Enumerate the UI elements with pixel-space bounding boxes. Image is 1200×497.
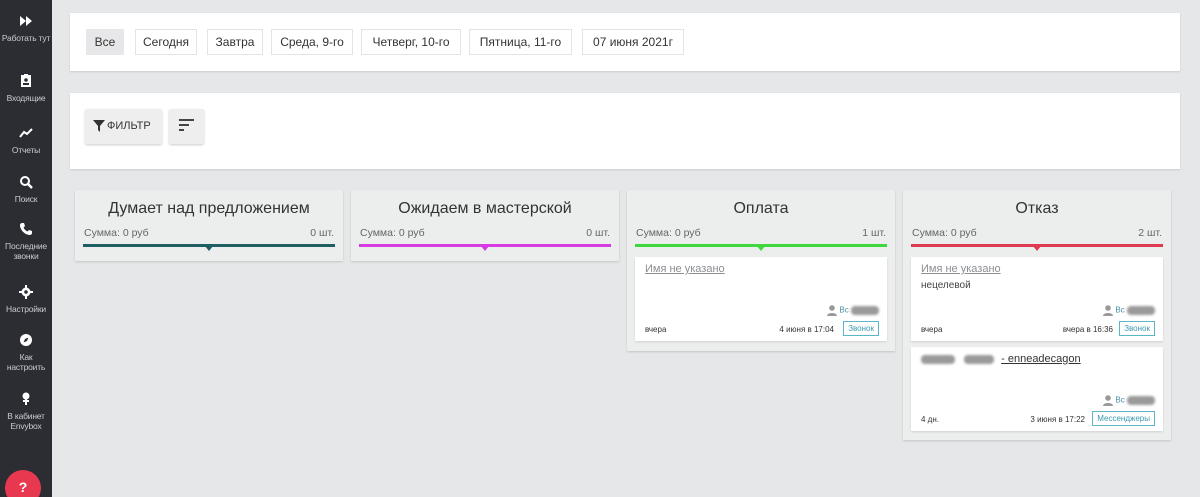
client-name-link[interactable]: - enneadecagon	[1001, 353, 1081, 365]
sidebar-item-label: Последние звонки	[5, 241, 47, 261]
sidebar-item-label: Настройки	[6, 304, 46, 314]
source-tag[interactable]: Мессенджеры	[1092, 411, 1155, 426]
sidebar-item-work-here[interactable]: Работать тут	[0, 14, 52, 43]
sidebar-item-label: Работать тут	[1, 33, 51, 43]
kanban-column-workshop: Ожидаем в мастерской Сумма: 0 руб 0 шт.	[351, 190, 619, 261]
user-icon	[1103, 395, 1114, 406]
compass-icon	[0, 333, 52, 349]
filter-button[interactable]: ФИЛЬТР	[85, 109, 162, 144]
source-tag[interactable]: Звонок	[843, 321, 879, 336]
redacted-text	[964, 354, 995, 364]
funnel-icon	[93, 120, 105, 132]
column-marker	[1033, 246, 1041, 251]
sidebar-item-settings[interactable]: Настройки	[0, 285, 52, 314]
column-title: Оплата	[733, 200, 789, 217]
date-filter-wednesday[interactable]: Среда, 9-го	[271, 29, 353, 55]
sidebar-item-search[interactable]: Поиск	[0, 175, 52, 204]
cabinet-icon	[0, 392, 52, 408]
manager-name: Вс	[1115, 305, 1125, 315]
help-button[interactable]: ?	[5, 470, 41, 497]
deal-card[interactable]: - enneadecagon Вс 4 дн. 3 июня в 17:22 М…	[911, 347, 1163, 431]
column-sum: Сумма: 0 руб	[912, 227, 977, 239]
sidebar-item-envybox-cabinet[interactable]: В кабинет Envybox	[0, 392, 52, 431]
card-datetime: 3 июня в 17:22	[1030, 415, 1085, 424]
card-age: вчера	[921, 325, 943, 334]
redacted-text	[1127, 306, 1155, 315]
search-icon	[0, 175, 52, 191]
card-age: 4 дн.	[921, 415, 939, 424]
filter-panel: ФИЛЬТР	[70, 93, 1180, 169]
user-icon	[827, 305, 838, 316]
manager-label: Вс	[827, 305, 879, 316]
column-count: 2 шт.	[1138, 227, 1162, 239]
date-filter-all[interactable]: Все	[86, 29, 124, 55]
column-marker	[205, 246, 213, 251]
gear-icon	[0, 285, 52, 301]
sort-icon	[179, 119, 194, 131]
redacted-text	[921, 354, 955, 364]
sidebar-item-label: Поиск	[14, 194, 38, 204]
manager-name: Вс	[839, 305, 849, 315]
sidebar: Работать тут Входящие Отчеты Поиск После…	[0, 0, 52, 497]
client-name[interactable]: - enneadecagon	[921, 353, 1081, 365]
sidebar-item-how-to-setup[interactable]: Как настроить	[0, 333, 52, 372]
column-marker	[481, 246, 489, 251]
kanban-column-payment: Оплата Сумма: 0 руб 1 шт. Имя не указано…	[627, 190, 895, 351]
column-title: Ожидаем в мастерской	[398, 200, 572, 217]
manager-label: Вс	[1103, 305, 1155, 316]
sidebar-item-label: Отчеты	[11, 145, 41, 155]
sidebar-item-reports[interactable]: Отчеты	[0, 126, 52, 155]
chart-icon	[0, 126, 52, 142]
date-filter-panel: Все Сегодня Завтра Среда, 9-го Четверг, …	[70, 13, 1180, 71]
help-label: ?	[18, 479, 28, 495]
date-filter-date[interactable]: 07 июня 2021г	[582, 29, 684, 55]
column-marker	[757, 246, 765, 251]
column-sum: Сумма: 0 руб	[360, 227, 425, 239]
card-note: нецелевой	[921, 280, 971, 291]
source-tag[interactable]: Звонок	[1119, 321, 1155, 336]
redacted-text	[1127, 396, 1155, 405]
sidebar-item-label: Как настроить	[6, 352, 46, 372]
column-count: 1 шт.	[862, 227, 886, 239]
manager-label: Вс	[1103, 395, 1155, 406]
manager-name: Вс	[1115, 395, 1125, 405]
column-sum: Сумма: 0 руб	[636, 227, 701, 239]
filter-button-label: ФИЛЬТР	[107, 120, 151, 132]
fast-forward-icon	[0, 14, 52, 30]
deal-card[interactable]: Имя не указано нецелевой Вс вчера вчера …	[911, 257, 1163, 341]
kanban-column-refusal: Отказ Сумма: 0 руб 2 шт. Имя не указано …	[903, 190, 1171, 440]
column-count: 0 шт.	[310, 227, 334, 239]
redacted-text	[851, 306, 879, 315]
sidebar-item-inbox[interactable]: Входящие	[0, 74, 52, 103]
client-name-link[interactable]: Имя не указано	[921, 263, 1001, 275]
column-title: Думает над предложением	[108, 200, 310, 217]
date-filter-friday[interactable]: Пятница, 11-го	[469, 29, 572, 55]
date-filter-today[interactable]: Сегодня	[135, 29, 197, 55]
column-title: Отказ	[1015, 200, 1059, 217]
deal-card[interactable]: Имя не указано Вс вчера 4 июня в 17:04 З…	[635, 257, 887, 341]
phone-icon	[0, 222, 52, 238]
card-datetime: вчера в 16:36	[1062, 325, 1113, 334]
sidebar-item-recent-calls[interactable]: Последние звонки	[0, 222, 52, 261]
client-name-link[interactable]: Имя не указано	[645, 263, 725, 275]
inbox-icon	[0, 74, 52, 90]
column-count: 0 шт.	[586, 227, 610, 239]
kanban-column-thinking: Думает над предложением Сумма: 0 руб 0 ш…	[75, 190, 343, 261]
date-filter-thursday[interactable]: Четверг, 10-го	[361, 29, 461, 55]
user-icon	[1103, 305, 1114, 316]
card-age: вчера	[645, 325, 667, 334]
sidebar-item-label: В кабинет Envybox	[7, 411, 45, 431]
sidebar-item-label: Входящие	[6, 93, 46, 103]
date-filter-tomorrow[interactable]: Завтра	[207, 29, 263, 55]
column-sum: Сумма: 0 руб	[84, 227, 149, 239]
sort-button[interactable]	[169, 109, 204, 144]
card-datetime: 4 июня в 17:04	[779, 325, 834, 334]
